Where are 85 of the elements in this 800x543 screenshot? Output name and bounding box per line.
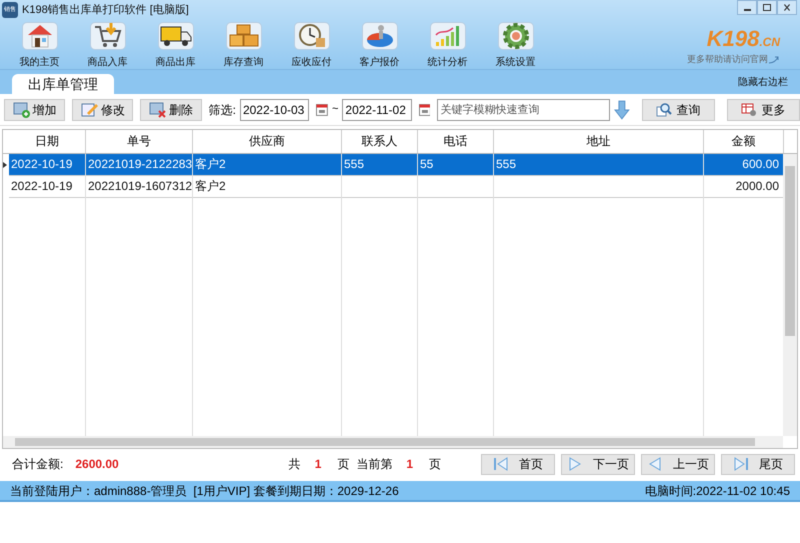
pages-label: 共 <box>288 456 301 473</box>
cart-icon <box>92 23 122 49</box>
nav-label[interactable]: 系统设置 <box>496 55 536 70</box>
nav-label[interactable]: 客户报价 <box>360 55 400 70</box>
nav-tile[interactable] <box>362 22 398 50</box>
page-count: 1 <box>314 456 322 473</box>
vertical-scrollbar[interactable] <box>783 154 797 436</box>
table-cell: 55 <box>418 154 494 175</box>
toolbar-button[interactable]: 修改 <box>72 98 134 120</box>
nav-label[interactable]: 应收应付 <box>292 55 332 70</box>
table-row[interactable]: 2022-10-19 20221019-2122283 客户2 555 55 555 600.00 <box>9 154 784 176</box>
table-cell: 客户2 <box>193 154 342 175</box>
gear-icon <box>502 22 530 50</box>
nav-tile[interactable] <box>226 22 262 50</box>
down-arrow-icon[interactable] <box>614 100 630 120</box>
pager-button[interactable]: 首页 <box>481 454 556 474</box>
nav-tile[interactable] <box>90 22 126 50</box>
table-cell: 20221019-1607312 <box>86 176 193 197</box>
nav-label[interactable]: 库存查询 <box>224 55 264 70</box>
column-header[interactable]: 供应商 <box>193 130 342 153</box>
search-field[interactable]: 关键字模糊快速查询 <box>437 98 610 120</box>
arrow-icon <box>768 54 780 65</box>
column-header[interactable]: 单号 <box>86 130 193 153</box>
window-title: K198销售出库单打印软件 [电脑版] <box>22 2 189 18</box>
logo: K198.CN <box>706 28 780 53</box>
last-page-icon <box>733 457 750 471</box>
add-icon <box>12 102 31 118</box>
tab[interactable]: 出库单管理 <box>12 74 114 94</box>
table-cell: 555 <box>342 154 418 175</box>
nav-tile[interactable] <box>22 22 58 50</box>
column-header[interactable]: 电话 <box>418 130 494 153</box>
nav-label[interactable]: 我的主页 <box>20 55 60 70</box>
pager-button[interactable]: 尾页 <box>721 454 796 474</box>
clock-icon <box>296 23 326 49</box>
toolbar-button[interactable]: 增加 <box>4 98 66 120</box>
first-page-icon <box>493 457 510 471</box>
nav-tile[interactable] <box>498 22 534 50</box>
play-icon <box>567 457 584 471</box>
nav-label[interactable]: 商品入库 <box>88 55 128 70</box>
nav-tile[interactable] <box>158 22 194 50</box>
date-field[interactable]: 2022-11-02 <box>342 98 412 120</box>
search-icon <box>656 102 672 118</box>
column-header[interactable]: 地址 <box>494 130 704 153</box>
calendar-icon[interactable] <box>418 104 430 116</box>
user-info: 当前登陆用户：admin888-管理员 [1用户VIP] 套餐到期日期：2029-12-26 <box>10 482 399 500</box>
range-separator: ~ <box>332 102 338 118</box>
horizontal-scrollbar[interactable] <box>3 436 783 448</box>
nav-label[interactable]: 商品出库 <box>156 55 196 70</box>
table-cell: 555 <box>494 154 704 175</box>
boxes-icon <box>228 23 260 49</box>
minimize-button[interactable] <box>737 0 757 15</box>
tagline: 更多帮助请访问官网 <box>687 53 768 66</box>
close-icon[interactable] <box>777 0 797 15</box>
pencil-icon <box>80 102 99 118</box>
query-button[interactable]: 查询 <box>642 98 715 120</box>
nav-label[interactable]: 统计分析 <box>428 55 468 70</box>
column-header[interactable]: 联系人 <box>342 130 418 153</box>
date-field[interactable]: 2022-10-03 <box>240 98 310 120</box>
pager-button[interactable]: 上一页 <box>641 454 716 474</box>
row-pointer-icon <box>3 162 7 168</box>
maximize-button[interactable] <box>757 0 777 15</box>
table-cell: 客户2 <box>193 176 342 197</box>
table-cell: 20221019-2122283 <box>86 154 193 175</box>
calendar-icon[interactable] <box>316 104 328 116</box>
more-button[interactable]: 更多 <box>726 98 800 120</box>
column-header[interactable]: 日期 <box>9 130 86 153</box>
delete-icon <box>149 102 167 118</box>
current-page: 1 <box>406 456 414 473</box>
nav-tile[interactable] <box>294 22 330 50</box>
total-amount: 2600.00 <box>75 456 119 473</box>
total-label: 合计金额: <box>12 456 64 473</box>
pages-unit: 页 <box>337 456 350 473</box>
table-cell: 2022-10-19 <box>9 154 86 175</box>
filter-label: 筛选: <box>208 102 236 118</box>
table-cell: 2022-10-19 <box>9 176 86 197</box>
hide-sidebar-link[interactable]: 隐藏右边栏 <box>738 74 788 90</box>
current-page-label: 当前第 <box>356 456 392 473</box>
pager-button[interactable]: 下一页 <box>561 454 636 474</box>
current-page-unit: 页 <box>429 456 442 473</box>
column-header[interactable]: 金额 <box>704 130 784 153</box>
nav-tile[interactable] <box>430 22 466 50</box>
clock-text: 电脑时间:2022-11-02 10:45 <box>644 482 790 500</box>
grid-gear-icon <box>741 102 758 116</box>
toolbar-button[interactable]: 删除 <box>140 98 202 120</box>
back-icon <box>647 457 664 471</box>
